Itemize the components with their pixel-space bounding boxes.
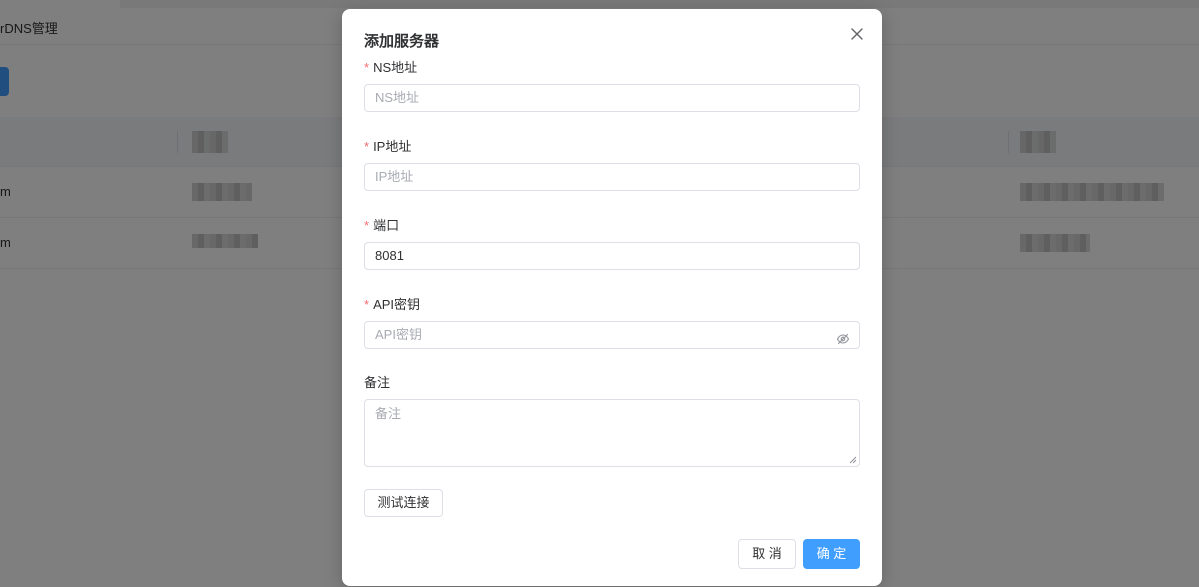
remark-placeholder: 备注: [375, 406, 402, 421]
test-connection-button[interactable]: 测试连接: [364, 489, 443, 517]
ns-form-item: * NS地址 NS地址: [364, 58, 860, 112]
eye-hidden-icon[interactable]: [836, 329, 850, 345]
dialog-title: 添加服务器: [364, 33, 440, 50]
required-mark: *: [364, 139, 370, 154]
remark-form-item: 备注 备注: [364, 373, 860, 467]
remark-textarea[interactable]: 备注: [364, 399, 860, 467]
api-key-placeholder: API密钥: [375, 327, 422, 342]
ns-address-input[interactable]: NS地址: [364, 84, 860, 112]
ip-form-item: * IP地址 IP地址: [364, 137, 860, 191]
ip-label: * IP地址: [364, 139, 412, 154]
ns-label: * NS地址: [364, 60, 418, 75]
close-icon[interactable]: [847, 24, 867, 44]
cancel-button[interactable]: 取 消: [738, 539, 796, 569]
ip-address-input[interactable]: IP地址: [364, 163, 860, 191]
remark-label: 备注: [364, 375, 391, 390]
resize-handle-icon[interactable]: [849, 456, 857, 464]
add-server-dialog: 添加服务器 * NS地址 NS地址 * IP地址 IP地址 * 端口 8081 * AP…: [342, 9, 882, 586]
api-key-input[interactable]: API密钥: [364, 321, 860, 349]
port-input[interactable]: 8081: [364, 242, 860, 270]
api-key-form-item: * API密钥 API密钥: [364, 295, 860, 349]
required-mark: *: [364, 297, 370, 312]
port-label: * 端口: [364, 218, 400, 233]
required-mark: *: [364, 218, 370, 233]
confirm-button[interactable]: 确 定: [803, 539, 860, 569]
port-form-item: * 端口 8081: [364, 216, 860, 270]
required-mark: *: [364, 60, 370, 75]
api-key-label: * API密钥: [364, 297, 421, 312]
